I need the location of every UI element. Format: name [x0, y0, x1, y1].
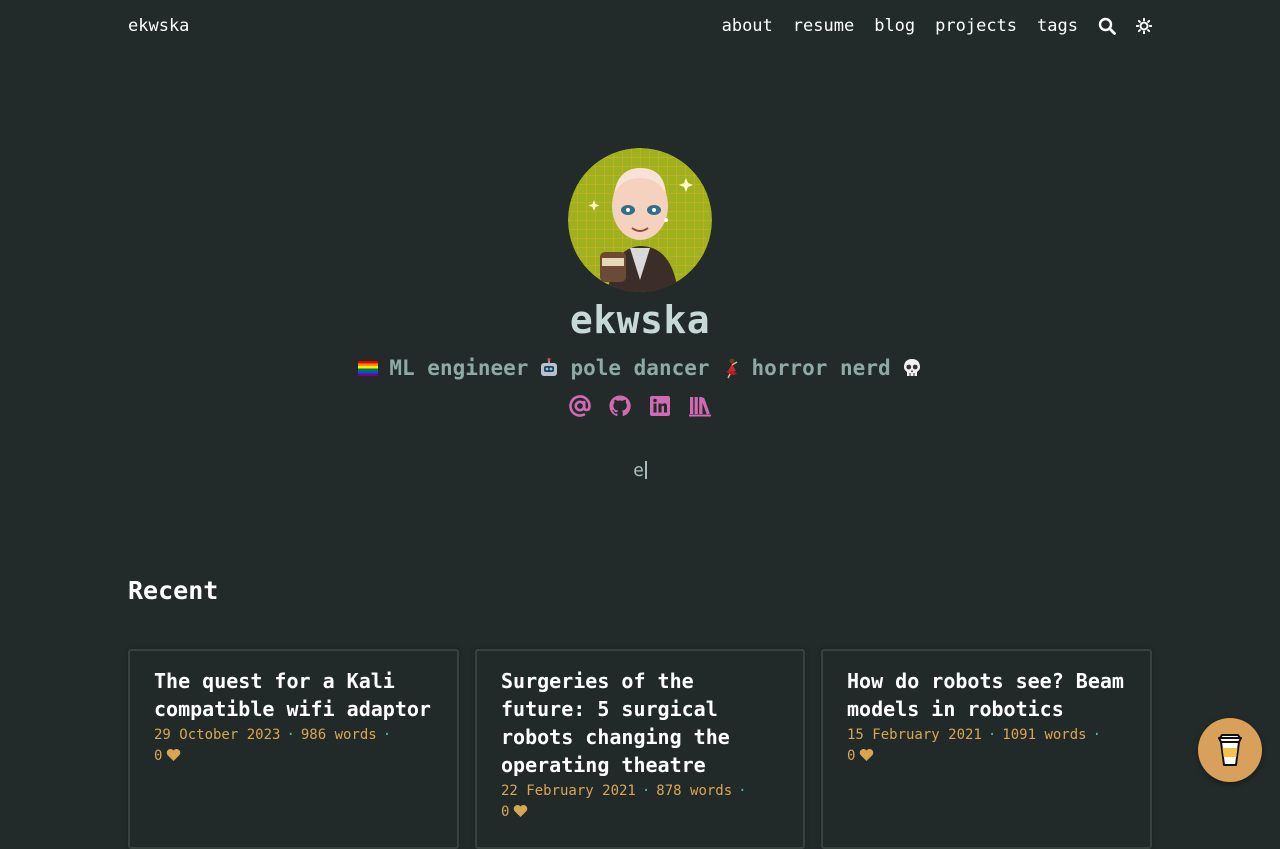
- library-icon[interactable]: [688, 394, 712, 418]
- nav-about[interactable]: about: [722, 16, 773, 36]
- tagline-part-2: pole dancer: [570, 356, 710, 380]
- post-word-count: 1091 words: [1002, 727, 1087, 743]
- post-meta: 29 October 2023 · 986 words · 0: [154, 725, 433, 769]
- robot-icon: [538, 357, 560, 379]
- typing-text: e: [0, 460, 1280, 481]
- post-meta: 15 February 2021 · 1091 words · 0: [847, 725, 1126, 769]
- heart-icon: [166, 748, 181, 769]
- main-nav: about resume blog projects tags: [702, 16, 1152, 36]
- avatar: [568, 148, 712, 292]
- skull-icon: [901, 357, 923, 379]
- dancer-icon: [720, 357, 742, 379]
- typing-caret: [644, 461, 647, 479]
- post-meta: 22 February 2021 · 878 words · 0: [501, 781, 779, 825]
- profile-name: ekwska: [569, 298, 711, 342]
- post-likes: 0: [847, 748, 856, 764]
- meta-separator: ·: [987, 727, 997, 743]
- post-word-count: 986 words: [300, 727, 377, 743]
- post-card[interactable]: Surgeries of the future: 5 surgical robo…: [475, 649, 805, 849]
- github-icon[interactable]: [608, 394, 632, 418]
- tagline-part-3: horror nerd: [751, 356, 891, 380]
- post-title[interactable]: How do robots see? Beam models in roboti…: [847, 667, 1126, 723]
- recent-section-title: Recent: [128, 576, 219, 605]
- post-date: 22 February 2021: [501, 783, 636, 799]
- meta-separator: ·: [738, 783, 747, 799]
- post-date: 29 October 2023: [154, 727, 281, 743]
- post-card[interactable]: The quest for a Kali compatible wifi ada…: [128, 649, 459, 849]
- nav-blog[interactable]: blog: [874, 16, 915, 36]
- buy-me-a-coffee-button[interactable]: [1198, 718, 1262, 782]
- post-likes: 0: [154, 748, 163, 764]
- profile-hero: ekwska ML engineer pole dancer horror ne…: [0, 148, 1280, 481]
- post-title[interactable]: Surgeries of the future: 5 surgical robo…: [501, 667, 779, 779]
- nav-tags[interactable]: tags: [1037, 16, 1078, 36]
- post-likes: 0: [501, 804, 510, 820]
- profile-tagline: ML engineer pole dancer horror nerd: [0, 356, 1280, 380]
- post-title[interactable]: The quest for a Kali compatible wifi ada…: [154, 667, 433, 723]
- heart-icon: [859, 748, 874, 769]
- coffee-cup-icon: [1218, 734, 1242, 766]
- heart-icon: [513, 804, 528, 825]
- meta-separator: ·: [382, 727, 392, 743]
- rainbow-flag-icon: [357, 357, 379, 379]
- meta-separator: ·: [1092, 727, 1102, 743]
- theme-toggle-icon[interactable]: [1136, 18, 1152, 34]
- brand-link[interactable]: ekwska: [128, 16, 189, 36]
- recent-posts: The quest for a Kali compatible wifi ada…: [128, 649, 1152, 849]
- social-links: [0, 394, 1280, 418]
- typed-text-value: e: [633, 460, 644, 481]
- search-icon[interactable]: [1098, 17, 1116, 35]
- post-word-count: 878 words: [656, 783, 733, 799]
- tagline-part-1: ML engineer: [389, 356, 529, 380]
- email-icon[interactable]: [568, 394, 592, 418]
- meta-separator: ·: [286, 727, 295, 743]
- post-card[interactable]: How do robots see? Beam models in roboti…: [821, 649, 1152, 849]
- linkedin-icon[interactable]: [648, 394, 672, 418]
- meta-separator: ·: [641, 783, 651, 799]
- top-navigation: ekwska about resume blog projects tags: [128, 0, 1152, 52]
- nav-projects[interactable]: projects: [935, 16, 1017, 36]
- post-date: 15 February 2021: [847, 727, 982, 743]
- nav-resume[interactable]: resume: [793, 16, 854, 36]
